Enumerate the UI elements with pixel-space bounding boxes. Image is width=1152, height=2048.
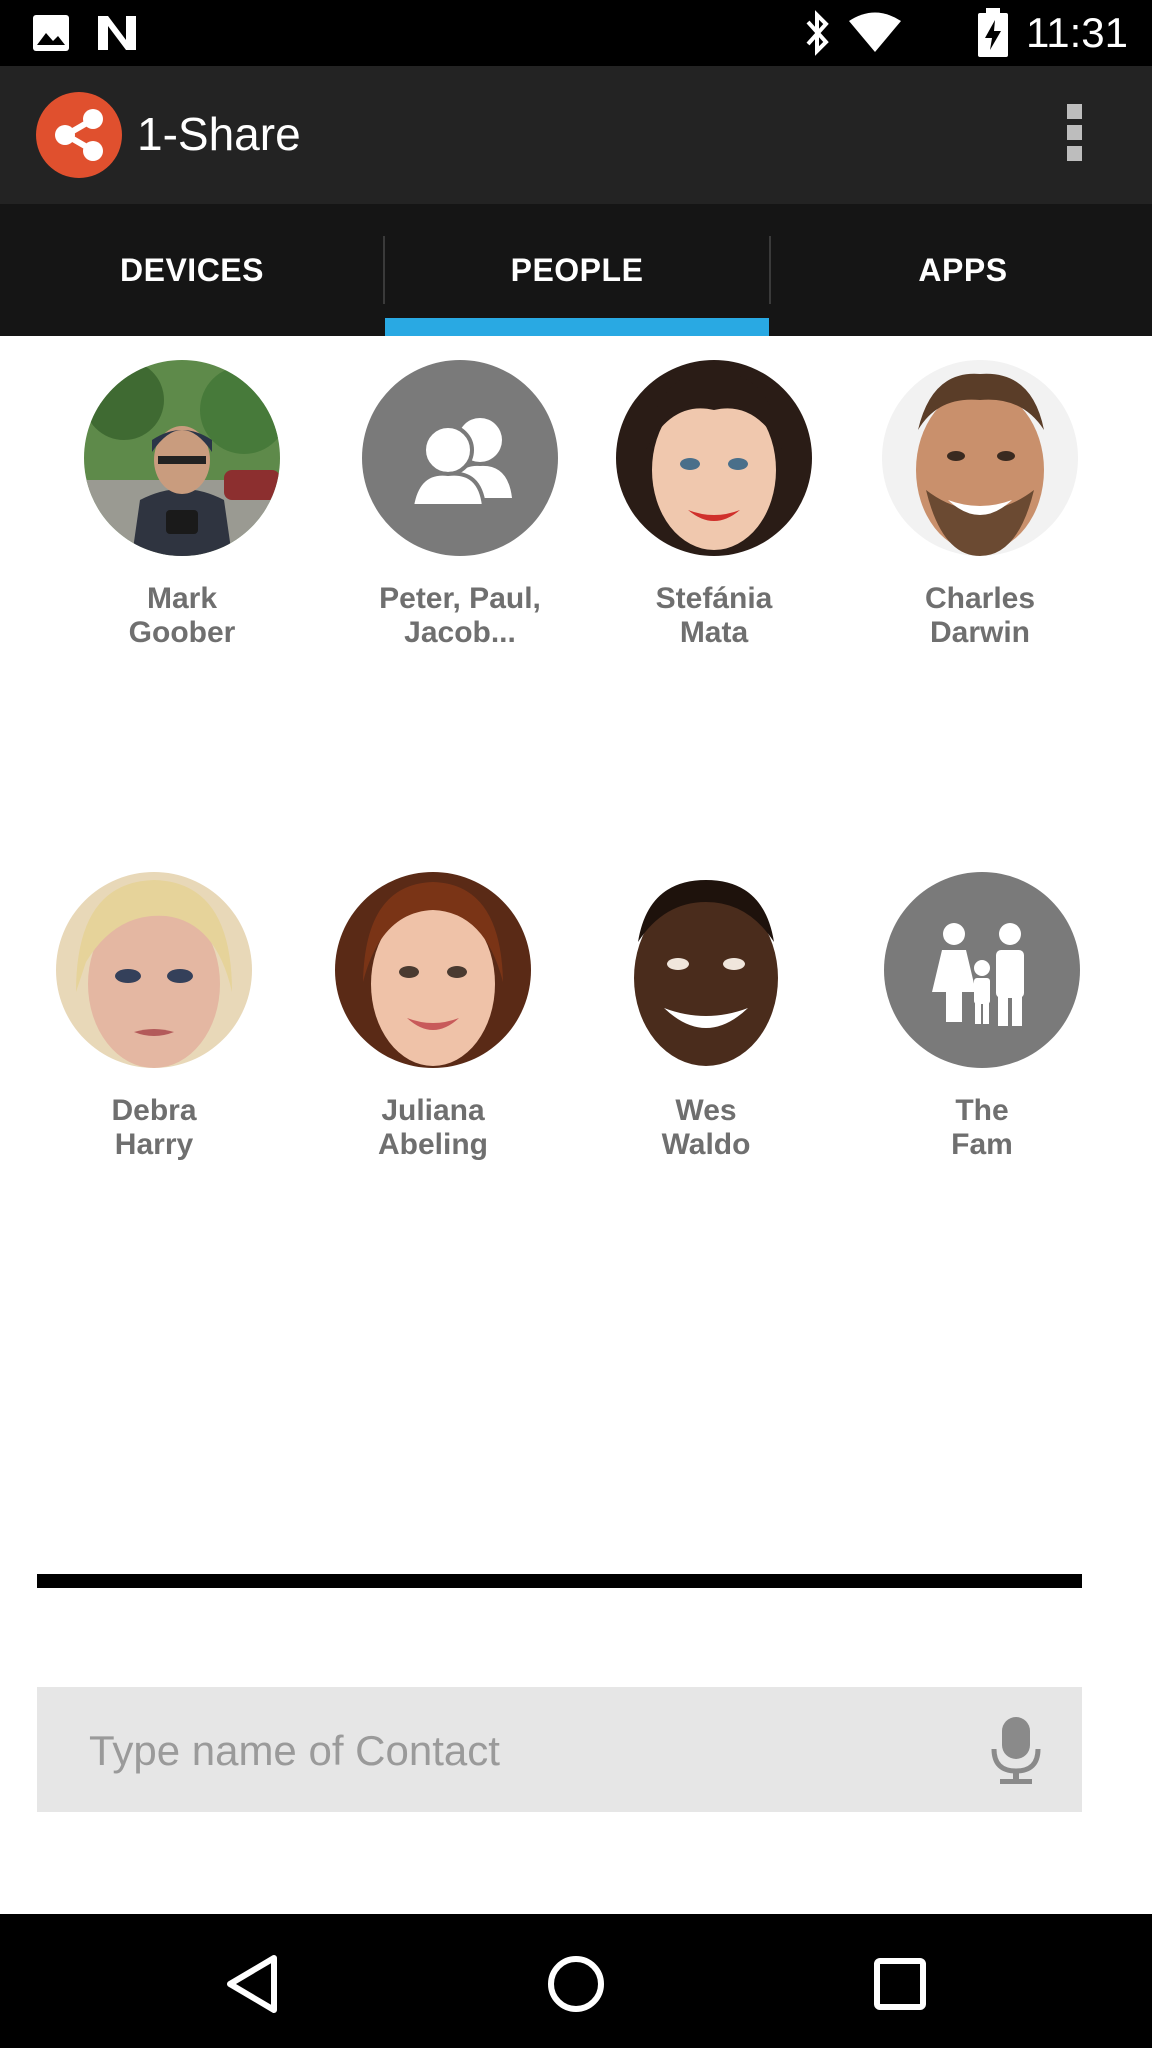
contact-juliana-abeling[interactable]: Juliana Abeling: [323, 872, 543, 1162]
contact-name: Juliana Abeling: [323, 1094, 543, 1162]
avatar: [84, 360, 280, 556]
recents-icon[interactable]: [860, 1944, 940, 2024]
contact-first-name: The: [955, 1094, 1009, 1127]
battery-charging-icon: [976, 8, 1010, 63]
contact-search-input[interactable]: [87, 1687, 971, 1814]
navigation-bar: [0, 1914, 1152, 2048]
contact-name: Mark Goober: [72, 582, 292, 650]
contact-the-fam[interactable]: The Fam: [872, 872, 1092, 1162]
group-icon: [362, 360, 558, 556]
contact-name: Debra Harry: [44, 1094, 264, 1162]
microphone-icon[interactable]: [984, 1715, 1048, 1785]
contact-first-name: Charles: [924, 582, 1036, 615]
contact-name: Charles Darwin: [870, 582, 1090, 650]
app-bar: 1-Share: [0, 66, 1152, 204]
tab-bar: DEVICES PEOPLE APPS: [0, 204, 1152, 336]
contact-last-name: Goober: [128, 616, 236, 649]
avatar: [882, 360, 1078, 556]
gallery-icon: [32, 14, 70, 57]
contact-first-name: Mark: [146, 582, 218, 615]
contact-first-name: Juliana: [381, 1094, 485, 1127]
back-icon[interactable]: [212, 1944, 292, 2024]
contact-charles-darwin[interactable]: Charles Darwin: [870, 360, 1090, 650]
contact-last-name: Abeling: [378, 1128, 488, 1161]
contact-name: Peter, Paul, Jacob...: [350, 582, 570, 650]
contact-debra-harry[interactable]: Debra Harry: [44, 872, 264, 1162]
contact-first-name: Peter, Paul,: [379, 582, 541, 615]
contact-last-name: Darwin: [929, 616, 1031, 649]
contact-name: Stefánia Mata: [604, 582, 824, 650]
contact-last-name: Mata: [679, 616, 749, 649]
contact-last-name: Fam: [951, 1128, 1013, 1161]
contact-first-name: Debra: [111, 1094, 197, 1127]
share-icon: [36, 92, 122, 178]
contact-first-name: Stefánia: [655, 582, 773, 615]
clock-time: 11:31: [1026, 9, 1128, 56]
more-vert-icon[interactable]: [1060, 104, 1088, 166]
contact-name: Wes Waldo: [596, 1094, 816, 1162]
contact-last-name: Harry: [114, 1128, 194, 1161]
contact-mark-goober[interactable]: Mark Goober: [72, 360, 292, 650]
n-icon: [96, 14, 138, 57]
avatar: [335, 872, 531, 1068]
status-bar: 11:31: [0, 0, 1152, 66]
contact-name: The Fam: [872, 1094, 1092, 1162]
contact-group-peter-paul-jacob[interactable]: Peter, Paul, Jacob...: [350, 360, 570, 650]
tab-selected-indicator: [385, 318, 769, 336]
contact-last-name: Waldo: [661, 1128, 751, 1161]
avatar: [608, 872, 804, 1068]
family-icon: [884, 872, 1080, 1068]
avatar: [56, 872, 252, 1068]
avatar: [616, 360, 812, 556]
home-icon[interactable]: [536, 1944, 616, 2024]
tab-apps[interactable]: APPS: [771, 204, 1152, 336]
contact-first-name: Wes: [675, 1094, 737, 1127]
section-divider: [37, 1574, 1082, 1588]
contact-search-box: [37, 1687, 1082, 1814]
tab-people[interactable]: PEOPLE: [385, 204, 769, 336]
contact-wes-waldo[interactable]: Wes Waldo: [596, 872, 816, 1162]
app-title: 1-Share: [137, 108, 301, 160]
bluetooth-icon: [802, 10, 834, 61]
contact-last-name: Jacob...: [404, 616, 516, 649]
tab-devices[interactable]: DEVICES: [0, 204, 384, 336]
contact-stefania-mata[interactable]: Stefánia Mata: [604, 360, 824, 650]
wifi-icon: [848, 12, 902, 59]
